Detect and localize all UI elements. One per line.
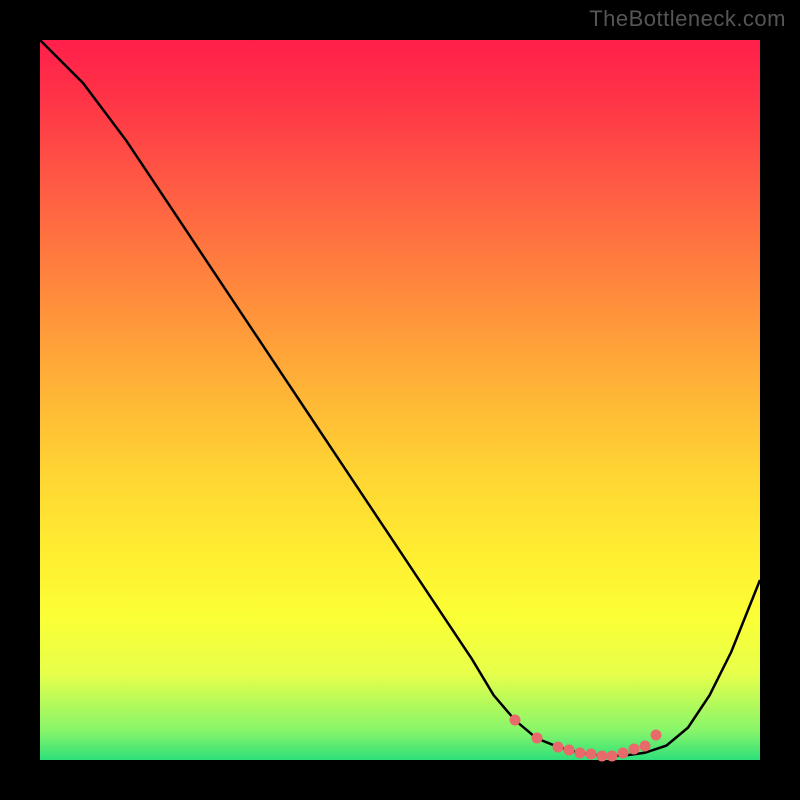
marker-dot: [531, 733, 542, 744]
marker-dot: [618, 747, 629, 758]
marker-dot: [607, 750, 618, 761]
marker-dot: [564, 744, 575, 755]
markers-layer: [40, 40, 760, 760]
marker-dot: [575, 747, 586, 758]
marker-dot: [585, 749, 596, 760]
watermark-text: TheBottleneck.com: [589, 6, 786, 32]
marker-dot: [629, 744, 640, 755]
marker-dot: [639, 740, 650, 751]
marker-dot: [650, 729, 661, 740]
chart-area: [40, 40, 760, 760]
marker-dot: [553, 742, 564, 753]
marker-dot: [596, 750, 607, 761]
marker-dot: [510, 715, 521, 726]
